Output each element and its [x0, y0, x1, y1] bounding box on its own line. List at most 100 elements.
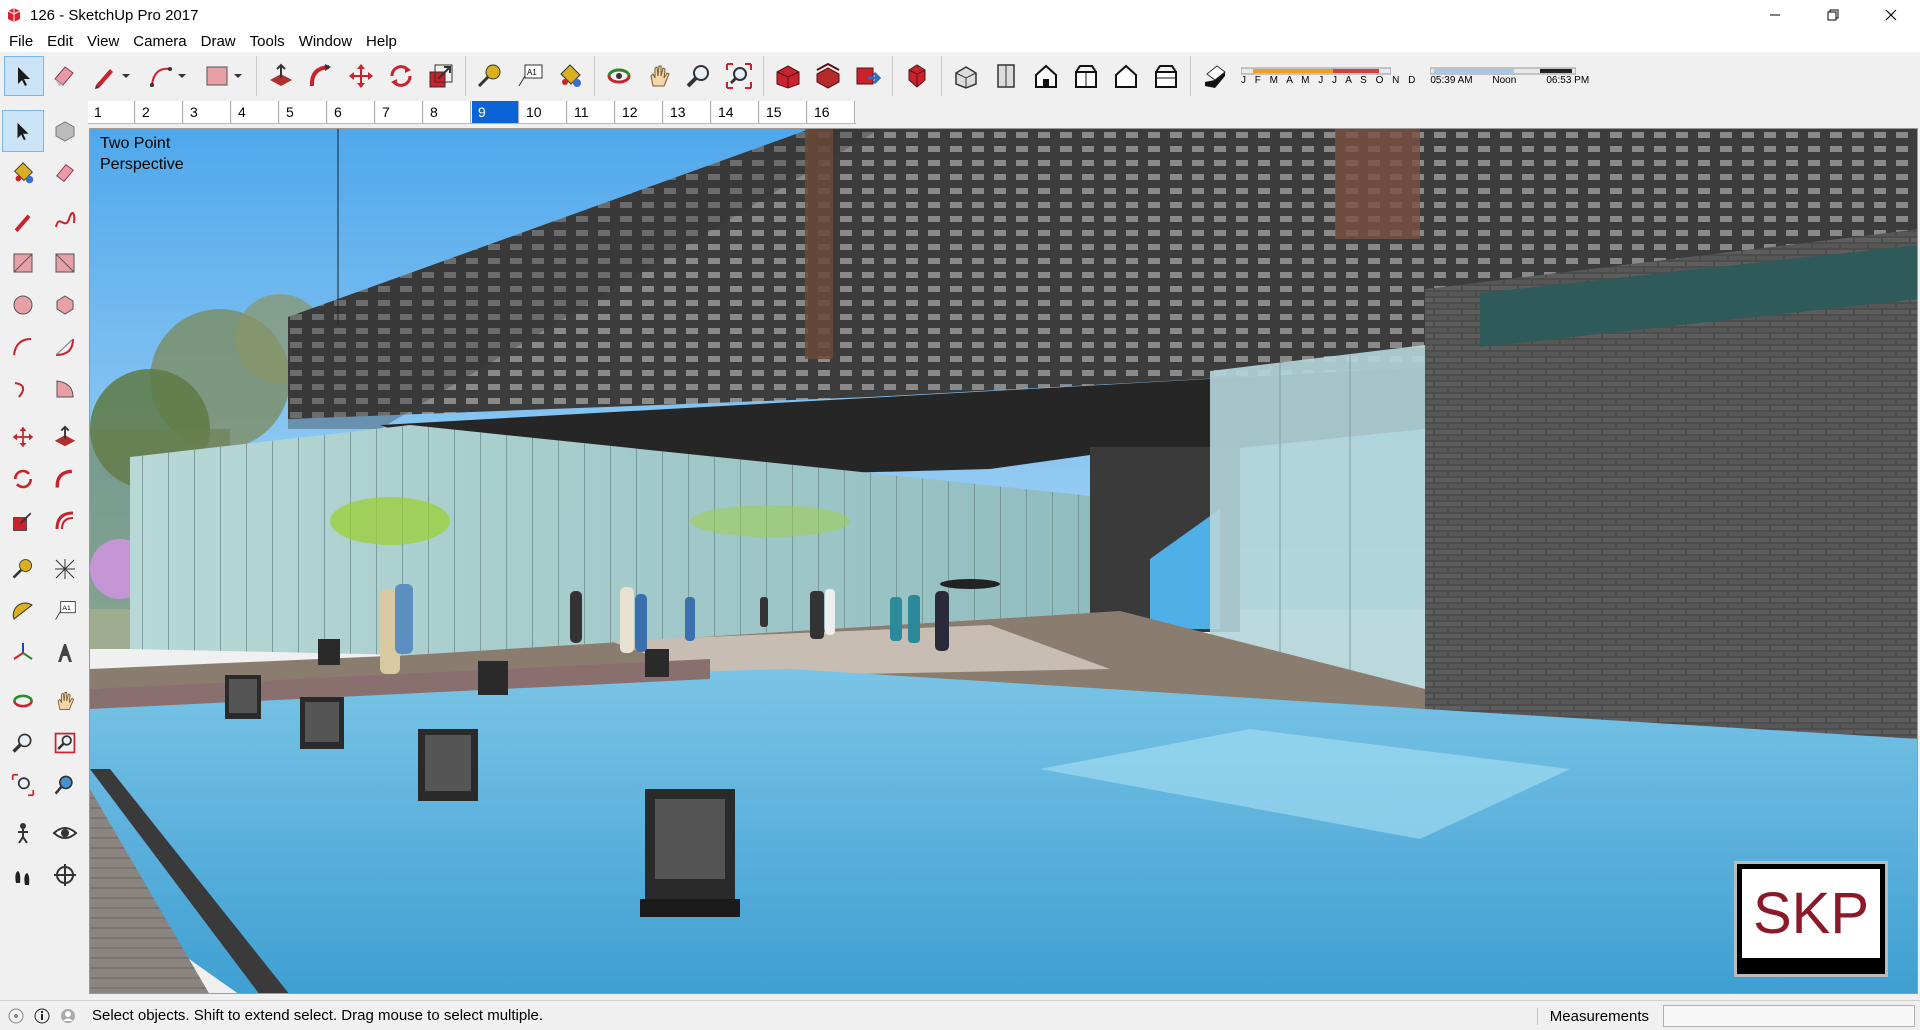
scene-tab-3[interactable]: 3 — [184, 100, 231, 123]
lt-follow-me-button[interactable] — [44, 458, 86, 500]
menu-file[interactable]: File — [2, 33, 40, 50]
extension-warehouse-button[interactable] — [848, 56, 888, 96]
shadow-toggle-button[interactable] — [1195, 56, 1235, 96]
move-tool-button[interactable] — [341, 56, 381, 96]
lt-make-component-button[interactable] — [44, 110, 86, 152]
scene-tab-11[interactable]: 11 — [568, 100, 615, 123]
warehouse-button[interactable] — [768, 56, 808, 96]
lt-polygon-button[interactable] — [44, 284, 86, 326]
toolbar-group-edit — [257, 56, 466, 96]
menu-help[interactable]: Help — [359, 33, 404, 50]
lt-previous-button[interactable] — [44, 764, 86, 806]
right-view-button[interactable] — [1066, 56, 1106, 96]
push-pull-tool-button[interactable] — [261, 56, 301, 96]
scene-tab-2[interactable]: 2 — [136, 100, 183, 123]
lt-zoom-button[interactable] — [2, 722, 44, 764]
lt-move-button[interactable] — [2, 416, 44, 458]
scene-tab-8[interactable]: 8 — [424, 100, 471, 123]
lt-scale-button[interactable] — [2, 500, 44, 542]
month-slider[interactable] — [1241, 67, 1391, 75]
lt-pan-button[interactable] — [44, 680, 86, 722]
lt-section-plane-button[interactable] — [44, 854, 86, 896]
lt-zoom-window-button[interactable] — [44, 722, 86, 764]
menu-camera[interactable]: Camera — [126, 33, 193, 50]
menu-edit[interactable]: Edit — [40, 33, 80, 50]
user-status[interactable] — [58, 1006, 78, 1026]
scene-tab-14[interactable]: 14 — [712, 100, 759, 123]
lt-3d-text-button[interactable] — [44, 632, 86, 674]
pencil-tool-button[interactable] — [84, 56, 140, 96]
minimize-button[interactable] — [1746, 0, 1804, 30]
ruby-console-button[interactable] — [897, 56, 937, 96]
lt-position-camera-button[interactable] — [2, 812, 44, 854]
menu-draw[interactable]: Draw — [194, 33, 243, 50]
measurements-input[interactable] — [1663, 1005, 1915, 1027]
scene-tab-16[interactable]: 16 — [808, 100, 855, 123]
scene-tab-7[interactable]: 7 — [376, 100, 423, 123]
follow-me-tool-button[interactable] — [301, 56, 341, 96]
menu-tools[interactable]: Tools — [243, 33, 292, 50]
lt-zoom-extents-button[interactable] — [2, 764, 44, 806]
zoom-tool-button[interactable] — [679, 56, 719, 96]
lt-eraser-button[interactable] — [44, 152, 86, 194]
lt-text-button[interactable]: A1 — [44, 590, 86, 632]
lt-3point-arc-button[interactable] — [2, 368, 44, 410]
rotate-tool-button[interactable] — [381, 56, 421, 96]
lt-orbit-button[interactable] — [2, 680, 44, 722]
scene-tab-5[interactable]: 5 — [280, 100, 327, 123]
lt-freehand-button[interactable] — [44, 200, 86, 242]
lt-dimension-button[interactable] — [44, 548, 86, 590]
time-slider[interactable] — [1430, 67, 1577, 75]
lt-2point-arc-button[interactable] — [44, 326, 86, 368]
model-viewport[interactable]: Two Point Perspective SKP — [89, 128, 1918, 994]
text-tool-button[interactable]: A1 — [510, 56, 550, 96]
select-tool-button[interactable] — [4, 56, 44, 96]
lt-pie-button[interactable] — [44, 368, 86, 410]
share-model-button[interactable] — [808, 56, 848, 96]
scene-tab-6[interactable]: 6 — [328, 100, 375, 123]
eraser-tool-button[interactable] — [44, 56, 84, 96]
scene-tab-12[interactable]: 12 — [616, 100, 663, 123]
scene-render[interactable] — [90, 129, 1918, 994]
front-view-button[interactable] — [1026, 56, 1066, 96]
top-view-button[interactable] — [986, 56, 1026, 96]
geo-location-status[interactable] — [6, 1006, 26, 1026]
rectangle-tool-button[interactable] — [196, 56, 252, 96]
lt-line-button[interactable] — [2, 200, 44, 242]
lt-walk-button[interactable] — [2, 854, 44, 896]
restore-button[interactable] — [1804, 0, 1862, 30]
scene-tab-1[interactable]: 1 — [88, 100, 135, 123]
menu-view[interactable]: View — [80, 33, 126, 50]
pan-tool-button[interactable] — [639, 56, 679, 96]
lt-offset-button[interactable] — [44, 500, 86, 542]
lt-rotated-rectangle-button[interactable] — [44, 242, 86, 284]
zoom-extents-tool-button[interactable] — [719, 56, 759, 96]
scene-tab-10[interactable]: 10 — [520, 100, 567, 123]
tape-measure-tool-button[interactable] — [470, 56, 510, 96]
lt-protractor-button[interactable] — [2, 590, 44, 632]
arc-tool-button[interactable] — [140, 56, 196, 96]
lt-rectangle-button[interactable] — [2, 242, 44, 284]
lt-paint-bucket-button[interactable] — [2, 152, 44, 194]
orbit-tool-button[interactable] — [599, 56, 639, 96]
lt-push-pull-button[interactable] — [44, 416, 86, 458]
lt-rotate-button[interactable] — [2, 458, 44, 500]
iso-view-button[interactable] — [946, 56, 986, 96]
paint-bucket-tool-button[interactable] — [550, 56, 590, 96]
lt-look-around-button[interactable] — [44, 812, 86, 854]
lt-tape-measure-button[interactable] — [2, 548, 44, 590]
back-view-button[interactable] — [1106, 56, 1146, 96]
scene-tab-9[interactable]: 9 — [472, 100, 519, 123]
credits-status[interactable] — [32, 1006, 52, 1026]
scene-tab-13[interactable]: 13 — [664, 100, 711, 123]
lt-axes-button[interactable] — [2, 632, 44, 674]
lt-arc-button[interactable] — [2, 326, 44, 368]
scale-tool-button[interactable] — [421, 56, 461, 96]
lt-select-button[interactable] — [2, 110, 44, 152]
menu-window[interactable]: Window — [292, 33, 359, 50]
lt-circle-button[interactable] — [2, 284, 44, 326]
close-button[interactable] — [1862, 0, 1920, 30]
scene-tab-4[interactable]: 4 — [232, 100, 279, 123]
left-view-button[interactable] — [1146, 56, 1186, 96]
scene-tab-15[interactable]: 15 — [760, 100, 807, 123]
